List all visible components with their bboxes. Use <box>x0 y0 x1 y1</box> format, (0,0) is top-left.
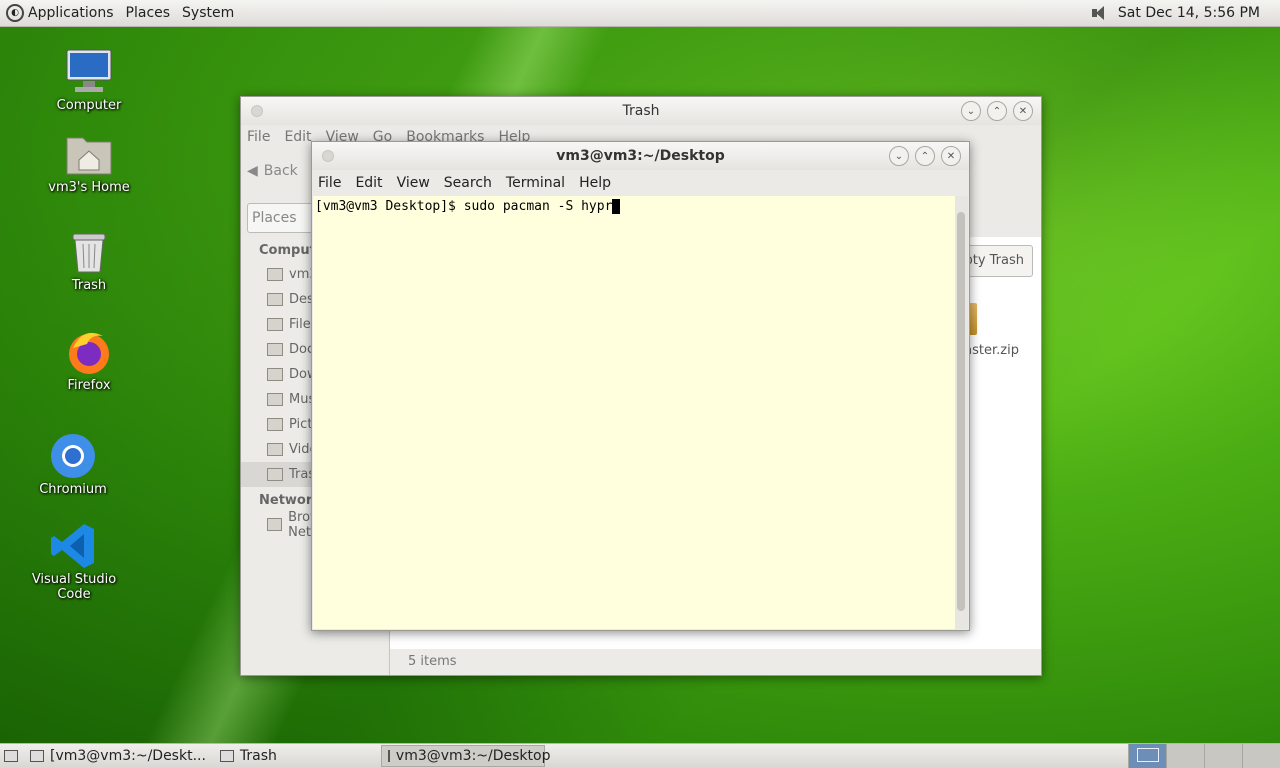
trash-icon <box>65 228 113 276</box>
desktop-icon-label: Trash <box>71 278 107 293</box>
show-desktop-button[interactable] <box>0 745 22 767</box>
menu-search[interactable]: Search <box>444 175 492 191</box>
minimize-button[interactable]: ⌄ <box>961 101 981 121</box>
maximize-button[interactable]: ⌃ <box>915 146 935 166</box>
trash-icon <box>267 468 283 481</box>
terminal-window[interactable]: vm3@vm3:~/Desktop ⌄ ⌃ ✕ File Edit View S… <box>311 141 970 631</box>
menu-help[interactable]: Help <box>579 175 611 191</box>
applications-menu[interactable]: Applications <box>28 5 114 21</box>
workspace-switcher <box>1128 744 1280 768</box>
close-button[interactable]: ✕ <box>941 146 961 166</box>
menu-edit[interactable]: Edit <box>284 129 311 145</box>
places-menu[interactable]: Places <box>126 5 171 21</box>
vscode-icon <box>50 522 98 570</box>
clock[interactable]: Sat Dec 14, 5:56 PM <box>1118 5 1260 21</box>
text-cursor <box>612 199 621 214</box>
desktop-icon-label: Chromium <box>39 482 107 497</box>
computer-icon <box>65 48 113 96</box>
desktop-icon-label: vm3's Home <box>48 180 130 195</box>
desktop-icon-label: Visual Studio Code <box>31 572 117 602</box>
system-menu[interactable]: System <box>182 5 234 21</box>
top-panel-right: Sat Dec 14, 5:56 PM <box>1090 0 1260 26</box>
terminal-icon <box>30 750 44 762</box>
desktop-icon-home[interactable]: vm3's Home <box>34 130 144 195</box>
window-menu-icon[interactable] <box>251 105 263 117</box>
taskbar-item-label: [vm3@vm3:~/Deskt... <box>50 748 206 764</box>
trash-window-title: Trash <box>622 103 660 119</box>
window-menu-icon[interactable] <box>322 150 334 162</box>
workspace-2[interactable] <box>1166 744 1204 768</box>
scrollbar-thumb[interactable] <box>957 212 965 611</box>
terminal-scrollbar[interactable] <box>955 196 968 629</box>
close-button[interactable]: ✕ <box>1013 101 1033 121</box>
desktop-icon-trash[interactable]: Trash <box>34 228 144 293</box>
desktop-folder-icon <box>267 293 283 306</box>
minimize-button[interactable]: ⌄ <box>889 146 909 166</box>
show-desktop-icon <box>4 750 18 762</box>
back-label: Back <box>263 163 298 179</box>
workspace-3[interactable] <box>1204 744 1242 768</box>
folder-icon <box>267 368 283 381</box>
bottom-taskbar: [vm3@vm3:~/Deskt... Trash vm3@vm3:~/Desk… <box>0 743 1280 768</box>
terminal-menubar: File Edit View Search Terminal Help <box>312 170 969 196</box>
taskbar-item-label: Trash <box>239 748 277 764</box>
workspace-4[interactable] <box>1242 744 1280 768</box>
desktop-icon-computer[interactable]: Computer <box>34 48 144 113</box>
taskbar-item-label: vm3@vm3:~/Desktop <box>395 748 551 764</box>
window-thumbnail <box>1136 748 1159 762</box>
folder-icon <box>267 393 283 406</box>
desktop-icon-vscode[interactable]: Visual Studio Code <box>18 522 130 602</box>
desktop-icon-chromium[interactable]: Chromium <box>18 432 128 497</box>
desktop-icon-label: Computer <box>56 98 122 113</box>
menu-edit[interactable]: Edit <box>355 175 382 191</box>
taskbar-item-terminal-2[interactable]: vm3@vm3:~/Desktop <box>380 745 550 767</box>
desktop-icon-firefox[interactable]: Firefox <box>34 328 144 393</box>
drive-icon <box>267 318 283 331</box>
menu-file[interactable]: File <box>318 175 341 191</box>
firefox-icon <box>65 328 113 376</box>
menu-terminal[interactable]: Terminal <box>506 175 565 191</box>
terminal-titlebar[interactable]: vm3@vm3:~/Desktop ⌄ ⌃ ✕ <box>312 142 969 170</box>
trash-titlebar[interactable]: Trash ⌄ ⌃ ✕ <box>241 97 1041 125</box>
volume-icon[interactable] <box>1090 5 1108 21</box>
back-arrow-icon: ◀ <box>247 163 258 179</box>
chromium-icon <box>49 432 97 480</box>
menu-file[interactable]: File <box>247 129 270 145</box>
menu-view[interactable]: View <box>397 175 430 191</box>
trash-icon <box>219 750 234 762</box>
desktop-icon-label: Firefox <box>67 378 111 393</box>
taskbar-item-terminal-1[interactable]: [vm3@vm3:~/Deskt... <box>24 745 212 767</box>
workspace-1[interactable] <box>1128 744 1166 768</box>
home-folder-icon <box>65 130 113 178</box>
distro-logo-icon[interactable]: ◐ <box>6 4 24 22</box>
command-text: [vm3@vm3 Desktop]$ sudo pacman -S hypr <box>315 199 613 214</box>
top-panel: ◐ Applications Places System Sat Dec 14,… <box>0 0 1280 27</box>
terminal-line: [vm3@vm3 Desktop]$ sudo pacman -S hypr <box>313 196 955 217</box>
maximize-button[interactable]: ⌃ <box>987 101 1007 121</box>
back-button[interactable]: ◀ Back <box>247 163 298 179</box>
home-folder-icon <box>267 268 283 281</box>
terminal-window-title: vm3@vm3:~/Desktop <box>556 148 725 164</box>
network-icon <box>267 518 283 531</box>
taskbar-item-trash[interactable]: Trash <box>214 745 283 767</box>
terminal-icon <box>387 750 390 762</box>
terminal-output[interactable]: [vm3@vm3 Desktop]$ sudo pacman -S hypr <box>313 196 955 629</box>
folder-icon <box>267 343 283 356</box>
folder-icon <box>267 418 283 431</box>
folder-icon <box>267 443 283 456</box>
status-bar: 5 items <box>389 649 1041 675</box>
